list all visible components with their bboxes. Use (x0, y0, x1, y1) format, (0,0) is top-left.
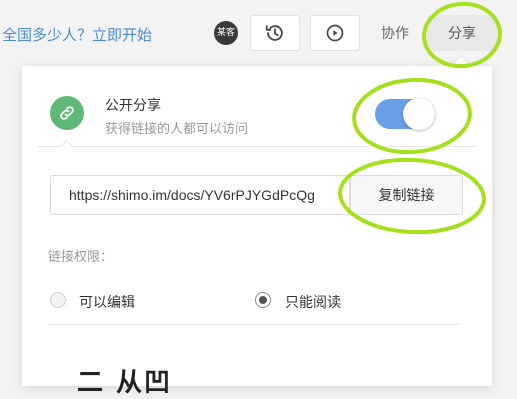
promo-link[interactable]: 全国多少人？立即开始 (2, 24, 152, 45)
copy-link-label: 复制链接 (378, 188, 435, 204)
public-share-badge (50, 96, 84, 130)
cut-off-heading: 二 从凹 (77, 368, 173, 398)
public-share-title: 公开分享 (105, 98, 161, 114)
link-icon (60, 106, 74, 120)
public-share-description: 获得链接的人都可以访问 (105, 122, 249, 137)
collab-button[interactable]: 协作 (370, 15, 420, 51)
share-link-field[interactable]: https://shimo.im/docs/YV6rPJYGdPcQg (50, 175, 350, 215)
copy-link-button[interactable]: 复制链接 (350, 175, 463, 215)
share-button[interactable]: 分享 (427, 15, 497, 51)
can-edit-label[interactable]: 可以编辑 (79, 292, 135, 312)
radio-read-only[interactable] (255, 292, 271, 308)
divider (48, 324, 460, 325)
history-button[interactable] (250, 15, 300, 51)
top-toolbar: 全国多少人？立即开始 某客 协作 分享 (0, 0, 517, 66)
link-permission-label: 链接权限： (48, 250, 114, 265)
public-share-toggle[interactable] (375, 98, 435, 130)
divider-pointer (60, 140, 73, 153)
avatar-text: 某客 (216, 28, 235, 38)
divider (38, 146, 476, 147)
radio-can-edit[interactable] (50, 292, 66, 308)
share-panel: 公开分享 获得链接的人都可以访问 https://shimo.im/docs/Y… (22, 66, 492, 398)
read-only-label[interactable]: 只能阅读 (285, 292, 341, 312)
collab-label: 协作 (381, 26, 409, 42)
play-icon (326, 24, 344, 42)
presentation-button[interactable] (310, 15, 360, 51)
share-label: 分享 (448, 26, 476, 42)
toggle-knob (403, 98, 435, 130)
history-icon (265, 25, 283, 41)
avatar[interactable]: 某客 (214, 21, 238, 45)
